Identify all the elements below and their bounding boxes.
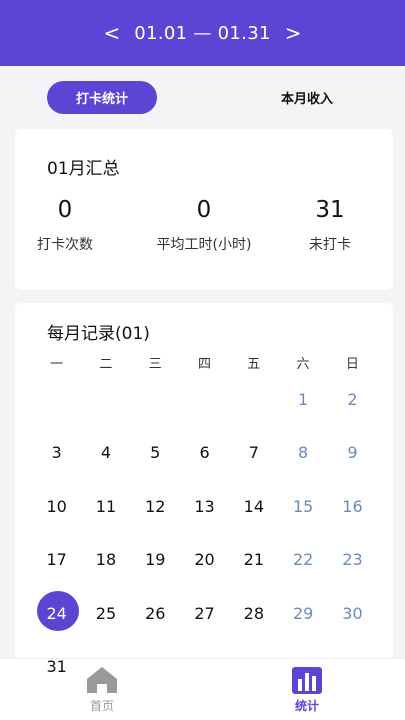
summary-card: 01月汇总 0 打卡次数 0 平均工时(小时) 31 未打卡 bbox=[15, 129, 393, 290]
date-range-label: 01.01 — 01.31 bbox=[134, 22, 271, 44]
nav-stats[interactable]: 统计 bbox=[277, 665, 337, 714]
nav-home-label: 首页 bbox=[89, 699, 114, 713]
weekday-label: 六 bbox=[296, 357, 310, 372]
calendar-day[interactable]: 3 bbox=[32, 435, 81, 471]
calendar-day[interactable]: 26 bbox=[131, 595, 180, 631]
tab-bar: 打卡统计 本月收入 bbox=[0, 80, 405, 116]
header-bar: < 01.01 — 01.31 > bbox=[0, 0, 405, 66]
stat-label: 打卡次数 bbox=[37, 237, 93, 253]
calendar-day[interactable]: 10 bbox=[32, 488, 81, 524]
next-month-button[interactable]: > bbox=[271, 23, 316, 43]
calendar-day[interactable]: 16 bbox=[328, 488, 377, 524]
weekday-label: 日 bbox=[345, 357, 359, 372]
stat-missed: 31 未打卡 bbox=[295, 199, 365, 254]
calendar-day[interactable]: 29 bbox=[279, 595, 328, 631]
calendar-day[interactable]: 17 bbox=[32, 542, 81, 578]
home-icon bbox=[87, 667, 117, 693]
calendar-day[interactable]: 8 bbox=[279, 435, 328, 471]
stat-checkin-count: 0 打卡次数 bbox=[30, 199, 100, 254]
tab-checkin-stats[interactable]: 打卡统计 bbox=[47, 81, 157, 114]
calendar-day[interactable]: 6 bbox=[180, 435, 229, 471]
tab-monthly-income[interactable]: 本月收入 bbox=[256, 81, 358, 114]
nav-stats-label: 统计 bbox=[294, 699, 319, 713]
bar-chart-icon bbox=[292, 667, 322, 694]
calendar-day[interactable]: 14 bbox=[229, 488, 278, 524]
calendar-day[interactable]: 9 bbox=[328, 435, 377, 471]
calendar-day[interactable]: 28 bbox=[229, 595, 278, 631]
prev-month-button[interactable]: < bbox=[90, 23, 135, 43]
stat-label: 未打卡 bbox=[309, 237, 351, 253]
calendar-day[interactable]: 30 bbox=[328, 595, 377, 631]
calendar-day[interactable]: 27 bbox=[180, 595, 229, 631]
stat-value: 0 bbox=[196, 197, 212, 223]
calendar-day[interactable]: 1 bbox=[279, 381, 328, 417]
stat-label: 平均工时(小时) bbox=[156, 237, 252, 253]
calendar-day[interactable]: 12 bbox=[131, 488, 180, 524]
calendar-day[interactable]: 11 bbox=[81, 488, 130, 524]
calendar-day-today[interactable]: 24 bbox=[32, 591, 81, 631]
calendar-day[interactable]: 25 bbox=[81, 595, 130, 631]
calendar-day[interactable]: 18 bbox=[81, 542, 130, 578]
calendar-day[interactable]: 23 bbox=[328, 542, 377, 578]
weekday-header: 一二三四五六日 bbox=[32, 353, 377, 372]
calendar-day[interactable]: 22 bbox=[279, 542, 328, 578]
calendar-day[interactable]: 4 bbox=[81, 435, 130, 471]
weekday-label: 五 bbox=[247, 357, 261, 372]
calendar-day[interactable]: 19 bbox=[131, 542, 180, 578]
nav-home[interactable]: 首页 bbox=[72, 665, 132, 714]
calendar-title: 每月记录(01) bbox=[47, 324, 150, 344]
weekday-label: 二 bbox=[99, 357, 113, 372]
calendar-day[interactable]: 15 bbox=[279, 488, 328, 524]
stat-avg-hours: 0 平均工时(小时) bbox=[143, 199, 265, 254]
calendar-day[interactable]: 5 bbox=[131, 435, 180, 471]
calendar-day[interactable]: 13 bbox=[180, 488, 229, 524]
calendar-day[interactable]: 21 bbox=[229, 542, 278, 578]
weekday-label: 一 bbox=[50, 357, 64, 372]
stat-value: 31 bbox=[315, 197, 345, 223]
summary-title: 01月汇总 bbox=[47, 159, 120, 179]
calendar-day[interactable]: 2 bbox=[328, 381, 377, 417]
weekday-label: 三 bbox=[148, 357, 162, 372]
calendar-card: 每月记录(01) 一二三四五六日 1 2 3 4 5 6 7 8 9 10 11 12 13 14 15 16… bbox=[15, 303, 393, 676]
calendar-day[interactable]: 20 bbox=[180, 542, 229, 578]
stat-value: 0 bbox=[57, 197, 73, 223]
weekday-label: 四 bbox=[197, 357, 211, 372]
calendar-day[interactable]: 7 bbox=[229, 435, 278, 471]
